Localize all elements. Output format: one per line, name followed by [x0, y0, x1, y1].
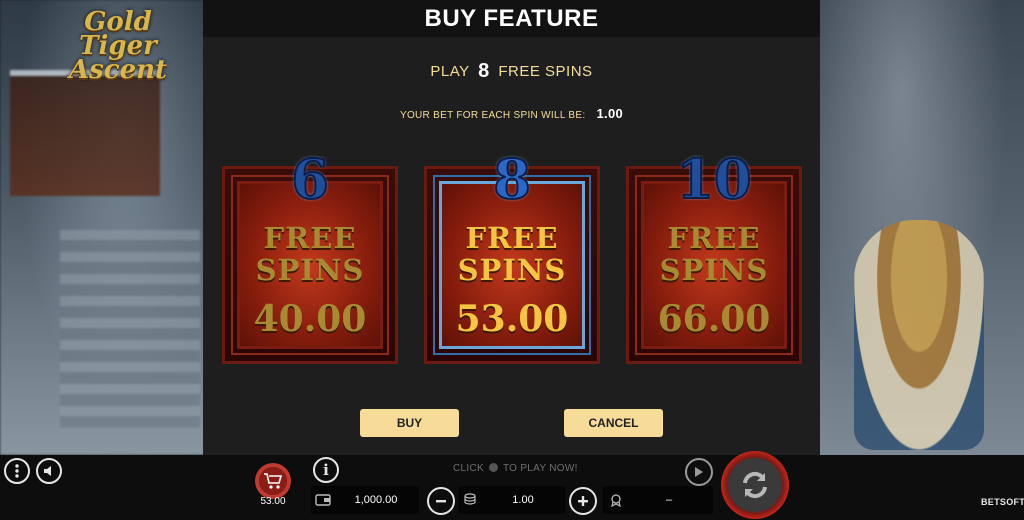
spin-button[interactable]: [721, 451, 789, 519]
modal-title: BUY FEATURE: [203, 0, 820, 37]
option-8-free-spins[interactable]: 8 FREE SPINS 53.00: [424, 147, 600, 370]
buy-feature-modal: BUY FEATURE PLAY 8 FREE SPINS YOUR BET F…: [203, 0, 820, 455]
speaker-icon[interactable]: [36, 458, 62, 484]
wallet-icon: [315, 494, 331, 506]
option-label: FREE SPINS: [457, 221, 567, 287]
play-suffix: FREE SPINS: [498, 63, 593, 80]
option-10-free-spins[interactable]: 10 FREE SPINS 66.00: [626, 147, 802, 370]
option-price: 40.00: [253, 298, 367, 340]
info-icon[interactable]: i: [313, 457, 339, 483]
menu-dots-icon[interactable]: [4, 458, 30, 484]
buy-feature-button[interactable]: [255, 463, 291, 499]
tiger-character: [854, 220, 984, 450]
option-price: 66.00: [657, 298, 771, 340]
win-field: –: [603, 486, 713, 514]
bet-label: YOUR BET FOR EACH SPIN WILL BE:: [399, 110, 586, 121]
option-spins-count: 8: [492, 147, 532, 211]
temple-illustration: [10, 70, 160, 196]
cart-icon: [264, 473, 283, 489]
option-label: FREE SPINS: [659, 221, 769, 287]
cancel-button[interactable]: CANCEL: [564, 409, 663, 437]
click-dot-icon: [488, 463, 498, 472]
minus-icon[interactable]: [427, 487, 455, 515]
background-scene-right: [820, 0, 1024, 455]
option-spins-count: 6: [290, 147, 330, 211]
option-label: FREE SPINS: [255, 221, 365, 287]
coin-stack-icon: [464, 493, 476, 505]
option-6-free-spins[interactable]: 6 FREE SPINS 40.00: [222, 147, 398, 370]
plus-icon[interactable]: [569, 487, 597, 515]
game-logo: Gold Tiger Ascent: [68, 7, 168, 85]
bet-field: 1.00: [459, 486, 565, 514]
stairs-illustration: [60, 230, 200, 430]
medal-icon: [611, 494, 621, 507]
buy-feature-price: 53.00: [260, 496, 286, 507]
play-summary: PLAY 8 FREE SPINS: [203, 60, 820, 83]
bet-value-field: 1.00: [512, 494, 534, 506]
balance-value: 1,000.00: [354, 494, 398, 506]
option-price: 53.00: [455, 298, 569, 340]
bet-info: YOUR BET FOR EACH SPIN WILL BE: 1.00: [203, 106, 820, 121]
play-prefix: PLAY: [430, 63, 470, 80]
play-hint: CLICK TO PLAY NOW!: [453, 463, 578, 474]
option-spins-count: 10: [675, 147, 752, 211]
buy-button[interactable]: BUY: [360, 409, 459, 437]
betsoft-logo: BETSOFT: [981, 497, 1024, 507]
bet-value: 1.00: [596, 106, 624, 121]
play-count: 8: [478, 60, 490, 82]
win-value: –: [665, 494, 673, 506]
play-icon[interactable]: [685, 458, 713, 486]
balance-field: 1,000.00: [311, 486, 419, 514]
refresh-icon: [743, 471, 767, 499]
